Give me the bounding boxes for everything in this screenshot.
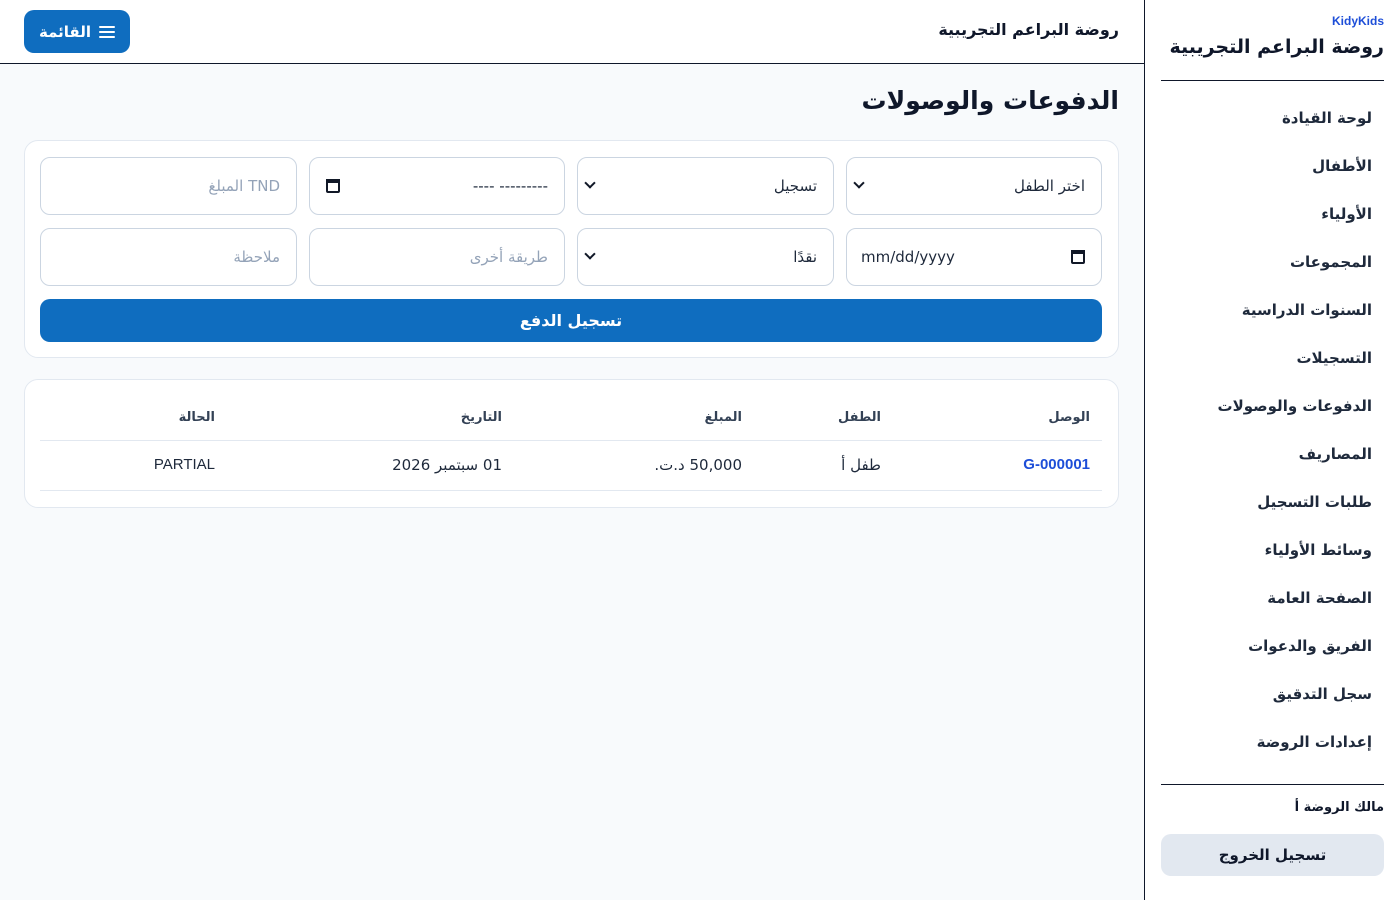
- cell-status: PARTIAL: [153, 456, 215, 473]
- date-input-placeholder: mm/dd/yyyy: [861, 248, 955, 266]
- cell-child: طفل أ: [841, 456, 881, 474]
- method-select-value: نقدًا: [793, 248, 817, 266]
- amount-input[interactable]: TND المبلغ: [40, 157, 297, 215]
- cell-amount: 50,000 د.ت.: [654, 456, 742, 474]
- sidebar-item-payments[interactable]: الدفوعات والوصولات: [1161, 382, 1384, 430]
- receipt-link[interactable]: G-000001: [1023, 456, 1090, 473]
- note-placeholder: ملاحظة: [233, 248, 280, 266]
- table-header-divider: [40, 440, 1102, 441]
- sidebar: KidyKids روضة البراعم التجريبية لوحة الق…: [1144, 0, 1400, 900]
- child-select[interactable]: اختر الطفل: [846, 157, 1102, 215]
- calendar-icon[interactable]: [1071, 250, 1085, 264]
- record-payment-button[interactable]: تسجيل الدفع: [40, 299, 1102, 342]
- month-input[interactable]: --------- ----: [309, 157, 565, 215]
- sidebar-item-settings[interactable]: إعدادات الروضة: [1161, 718, 1384, 766]
- method-select[interactable]: نقدًا: [577, 228, 834, 286]
- sidebar-item-groups[interactable]: المجموعات: [1161, 238, 1384, 286]
- other-method-placeholder: طريقة أخرى: [469, 248, 548, 266]
- sidebar-item-fees[interactable]: المصاريف: [1161, 430, 1384, 478]
- sidebar-divider: [1161, 80, 1384, 81]
- logout-button[interactable]: تسجيل الخروج: [1161, 834, 1384, 876]
- current-user-name: مالك الروضة أ: [1294, 800, 1384, 815]
- month-input-value: --------- ----: [472, 177, 548, 195]
- sidebar-item-enrollments[interactable]: التسجيلات: [1161, 334, 1384, 382]
- menu-icon: [99, 25, 115, 38]
- cell-date: 01 سبتمبر 2026: [392, 456, 502, 474]
- table-row-divider: [40, 490, 1102, 491]
- payment-form: اختر الطفل تسجيل --------- ---- TND المب…: [24, 140, 1119, 358]
- sidebar-item-children[interactable]: الأطفال: [1161, 142, 1384, 190]
- sidebar-item-public-page[interactable]: الصفحة العامة: [1161, 574, 1384, 622]
- menu-button[interactable]: القائمة: [24, 10, 130, 53]
- date-input[interactable]: mm/dd/yyyy: [846, 228, 1102, 286]
- page-title: الدفوعات والوصولات: [861, 86, 1119, 115]
- calendar-icon[interactable]: [326, 179, 340, 193]
- column-header-date: التاريخ: [460, 410, 502, 425]
- sidebar-item-dashboard[interactable]: لوحة القيادة: [1161, 94, 1384, 142]
- sidebar-item-parents[interactable]: الأولياء: [1161, 190, 1384, 238]
- type-select-value: تسجيل: [773, 177, 817, 195]
- brand-tag: KidyKids: [1331, 14, 1384, 28]
- main-content: الدفوعات والوصولات اختر الطفل تسجيل ----…: [0, 64, 1144, 900]
- top-bar: روضة البراعم التجريبية القائمة: [0, 0, 1144, 64]
- sidebar-item-parent-media[interactable]: وسائط الأولياء: [1161, 526, 1384, 574]
- sidebar-divider-bottom: [1161, 784, 1384, 785]
- payments-table: الوصل الطفل المبلغ التاريخ الحالة G-0000…: [24, 379, 1119, 508]
- child-select-value: اختر الطفل: [1013, 177, 1085, 195]
- sidebar-item-audit-log[interactable]: سجل التدقيق: [1161, 670, 1384, 718]
- column-header-amount: المبلغ: [704, 410, 742, 425]
- sidebar-item-school-years[interactable]: السنوات الدراسية: [1161, 286, 1384, 334]
- sidebar-nav[interactable]: لوحة القيادة الأطفال الأولياء المجموعات …: [1161, 94, 1384, 784]
- column-header-receipt: الوصل: [1048, 410, 1090, 425]
- brand-title: روضة البراعم التجريبية: [1169, 36, 1384, 58]
- column-header-status: الحالة: [178, 410, 215, 425]
- menu-button-label: القائمة: [39, 22, 91, 41]
- sidebar-item-team[interactable]: الفريق والدعوات: [1161, 622, 1384, 670]
- other-method-input[interactable]: طريقة أخرى: [309, 228, 565, 286]
- column-header-child: الطفل: [838, 410, 881, 425]
- type-select[interactable]: تسجيل: [577, 157, 834, 215]
- sidebar-item-applications[interactable]: طلبات التسجيل: [1161, 478, 1384, 526]
- amount-input-placeholder: TND المبلغ: [208, 177, 280, 195]
- note-input[interactable]: ملاحظة: [40, 228, 297, 286]
- top-bar-title: روضة البراعم التجريبية: [938, 20, 1119, 39]
